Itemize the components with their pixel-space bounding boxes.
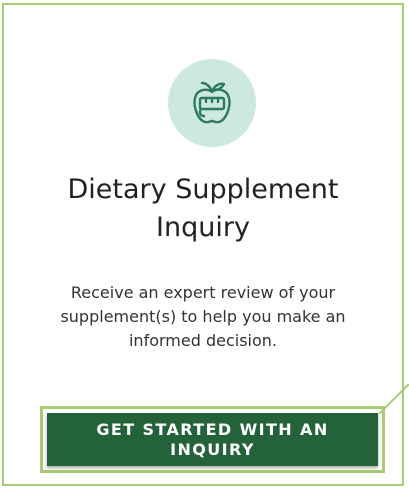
get-started-button[interactable]: GET STARTED WITH AN INQUIRY bbox=[47, 413, 378, 466]
get-started-button-label: GET STARTED WITH AN INQUIRY bbox=[96, 419, 329, 459]
button-focus-outline: GET STARTED WITH AN INQUIRY bbox=[40, 406, 385, 473]
card-title: Dietary Supplement Inquiry bbox=[67, 174, 339, 243]
card-description: Receive an expert review of your supplem… bbox=[60, 283, 346, 350]
apple-measuring-tape-icon bbox=[168, 59, 256, 147]
inquiry-card: Dietary Supplement Inquiry Receive an ex… bbox=[2, 3, 404, 486]
decorative-connector-line bbox=[378, 384, 409, 414]
